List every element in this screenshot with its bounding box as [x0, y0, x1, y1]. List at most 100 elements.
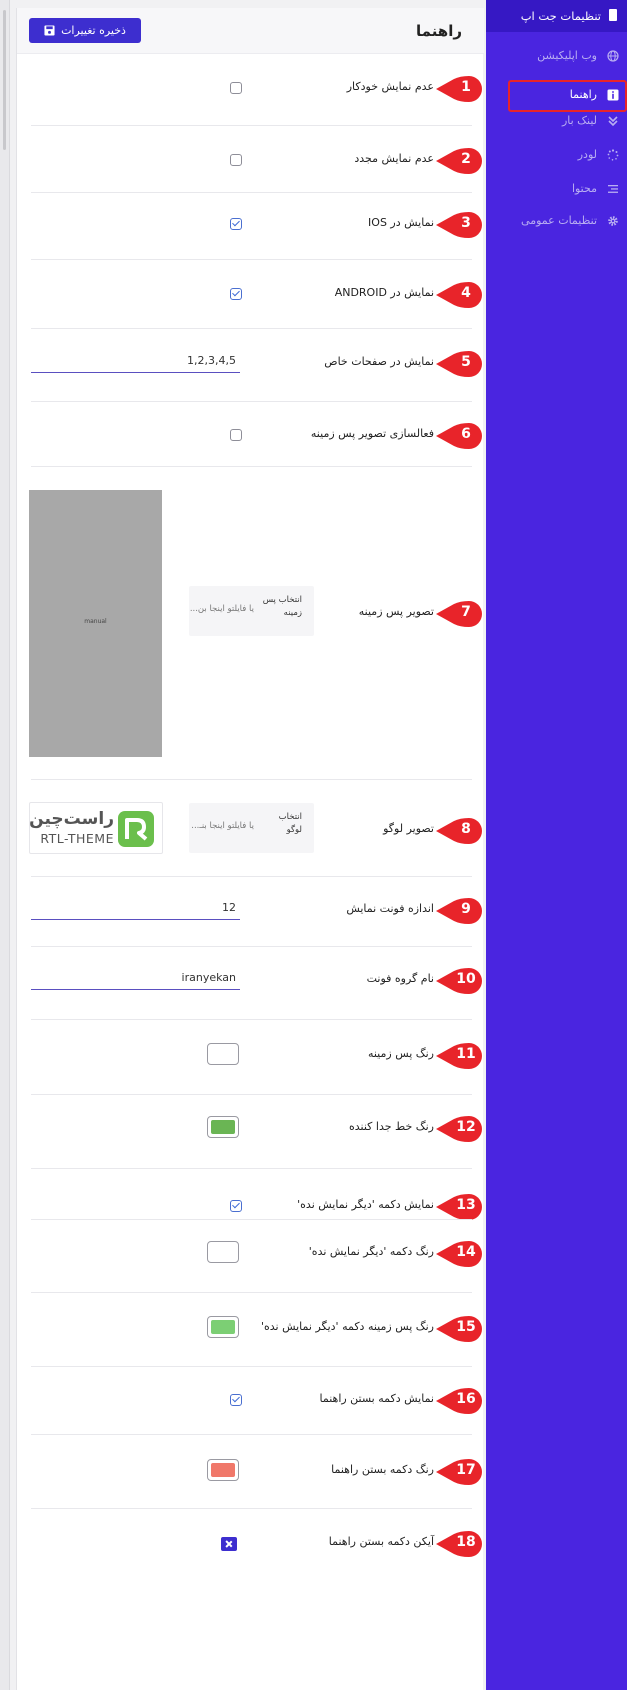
specific-pages-input[interactable]: 1,2,3,4,5: [31, 351, 240, 373]
show-ios-checkbox[interactable]: [230, 218, 242, 230]
step-badge: 12: [436, 1116, 482, 1142]
step-badge: 7: [436, 601, 482, 627]
upload-drop-hint: یا فایلتو اینجا بنـ...: [191, 821, 254, 831]
setting-label: آیکن دکمه بستن راهنما: [328, 1535, 434, 1548]
step-badge: 16: [436, 1388, 482, 1414]
setting-label: رنگ دکمه بستن راهنما: [331, 1463, 434, 1476]
bg-color-picker[interactable]: [207, 1043, 239, 1065]
info-icon: [607, 89, 619, 101]
setting-label: تصویر پس زمینه: [358, 605, 434, 618]
divider: [31, 1019, 472, 1020]
setting-label: اندازه فونت نمایش: [346, 902, 434, 915]
step-badge: 11: [436, 1043, 482, 1069]
sidebar-item-label: تنظیمات عمومی: [521, 214, 597, 227]
setting-label: رنگ خط جدا کننده: [349, 1120, 434, 1133]
setting-label: نمایش دکمه بستن راهنما: [319, 1392, 434, 1405]
divider: [31, 1508, 472, 1509]
step-badge: 14: [436, 1241, 482, 1267]
scrollbar-thumb[interactable]: [3, 10, 6, 150]
setting-label: نمایش دکمه 'دیگر نمایش نده': [297, 1198, 434, 1211]
show-android-checkbox[interactable]: [230, 288, 242, 300]
divider: [31, 1094, 472, 1095]
chevrons-down-icon: [608, 116, 618, 127]
no-auto-show-checkbox[interactable]: [230, 82, 242, 94]
sidebar-item-label: وب اپلیکیشن: [537, 49, 597, 62]
divider: [31, 1168, 472, 1169]
step-badge: 1: [436, 76, 482, 102]
step-badge: 9: [436, 898, 482, 924]
sidebar-item-link-bar[interactable]: لینک بار: [486, 110, 627, 132]
panel-header: ذخیره تغییرات راهنما: [17, 8, 484, 54]
close-icon[interactable]: [221, 1537, 237, 1551]
logo-preview: راست‌چین RTL-THEME: [29, 802, 163, 854]
setting-label: نام گروه فونت: [366, 972, 434, 985]
dont-show-button-bg-picker[interactable]: [207, 1316, 239, 1338]
setting-label: رنگ پس زمینه دکمه 'دیگر نمایش نده': [260, 1320, 434, 1333]
sidebar: تنظیمات جت اپ وب اپلیکیشن راهنما لینک با…: [486, 0, 627, 1690]
divider: [31, 328, 472, 329]
sidebar-header[interactable]: تنظیمات جت اپ: [486, 0, 627, 32]
step-badge: 10: [436, 968, 482, 994]
font-family-input[interactable]: iranyekan: [31, 968, 240, 990]
setting-label: نمایش در صفحات خاص: [324, 355, 434, 368]
step-badge: 5: [436, 351, 482, 377]
align-right-icon: [608, 185, 618, 193]
enable-bg-image-checkbox[interactable]: [230, 429, 242, 441]
sidebar-item-content[interactable]: محتوا: [486, 178, 627, 200]
sidebar-item-label: راهنما: [569, 88, 597, 101]
settings-panel: ذخیره تغییرات راهنما عدم نمایش خودکار 1 …: [16, 8, 484, 1690]
logo-text-en: RTL-THEME: [40, 831, 114, 846]
sidebar-title: تنظیمات جت اپ: [520, 9, 601, 23]
sidebar-item-loader[interactable]: لودر: [486, 144, 627, 166]
divider: [31, 125, 472, 126]
step-badge: 2: [436, 148, 482, 174]
font-size-input[interactable]: 12: [31, 898, 240, 920]
step-badge: 8: [436, 818, 482, 844]
step-badge: 6: [436, 423, 482, 449]
swatch-fill: [211, 1320, 235, 1334]
sidebar-item-web-app[interactable]: وب اپلیکیشن: [486, 45, 627, 67]
sidebar-item-label: لودر: [577, 148, 597, 161]
dont-show-button-color-picker[interactable]: [207, 1241, 239, 1263]
divider: [31, 1219, 472, 1220]
swatch-fill: [211, 1463, 235, 1477]
step-badge: 18: [436, 1531, 482, 1557]
divider: [31, 1292, 472, 1293]
divider-color-picker[interactable]: [207, 1116, 239, 1138]
setting-label: عدم نمایش خودکار: [346, 80, 434, 93]
step-badge: 4: [436, 282, 482, 308]
show-dont-show-button-checkbox[interactable]: [230, 1200, 242, 1212]
upload-pick-label[interactable]: انتخاب لوگو: [262, 811, 302, 837]
floppy-disk-icon: [44, 25, 55, 36]
logo-text-fa: راست‌چین: [29, 809, 114, 829]
divider: [31, 401, 472, 402]
close-button-color-picker[interactable]: [207, 1459, 239, 1481]
setting-label: رنگ دکمه 'دیگر نمایش نده': [308, 1245, 434, 1258]
step-badge: 15: [436, 1316, 482, 1342]
sidebar-item-label: لینک بار: [561, 114, 597, 127]
divider: [31, 466, 472, 467]
spinner-icon: [607, 149, 619, 161]
no-reshow-checkbox[interactable]: [230, 154, 242, 166]
swatch-fill: [211, 1245, 235, 1259]
setting-label: رنگ پس زمینه: [367, 1047, 434, 1060]
sidebar-item-general-settings[interactable]: تنظیمات عمومی: [486, 210, 627, 232]
logo-upload[interactable]: انتخاب لوگو یا فایلتو اینجا بنـ...: [189, 803, 314, 853]
divider: [31, 779, 472, 780]
divider: [31, 946, 472, 947]
step-badge: 3: [436, 212, 482, 238]
divider: [31, 1434, 472, 1435]
setting-label: تصویر لوگو: [383, 822, 434, 835]
upload-pick-label[interactable]: انتخاب پس زمینه: [262, 594, 302, 620]
sidebar-item-guide[interactable]: راهنما: [486, 84, 627, 106]
page-left-edge: [0, 0, 10, 1690]
bg-image-upload[interactable]: انتخاب پس زمینه یا فایلتو اینجا بن...: [189, 586, 314, 636]
swatch-fill: [211, 1120, 235, 1134]
save-button[interactable]: ذخیره تغییرات: [29, 18, 141, 43]
gear-icon: [608, 216, 618, 226]
page-title: راهنما: [416, 22, 462, 40]
upload-drop-hint: یا فایلتو اینجا بن...: [189, 604, 254, 614]
sidebar-item-label: محتوا: [571, 182, 597, 195]
divider: [31, 1366, 472, 1367]
show-close-button-checkbox[interactable]: [230, 1394, 242, 1406]
